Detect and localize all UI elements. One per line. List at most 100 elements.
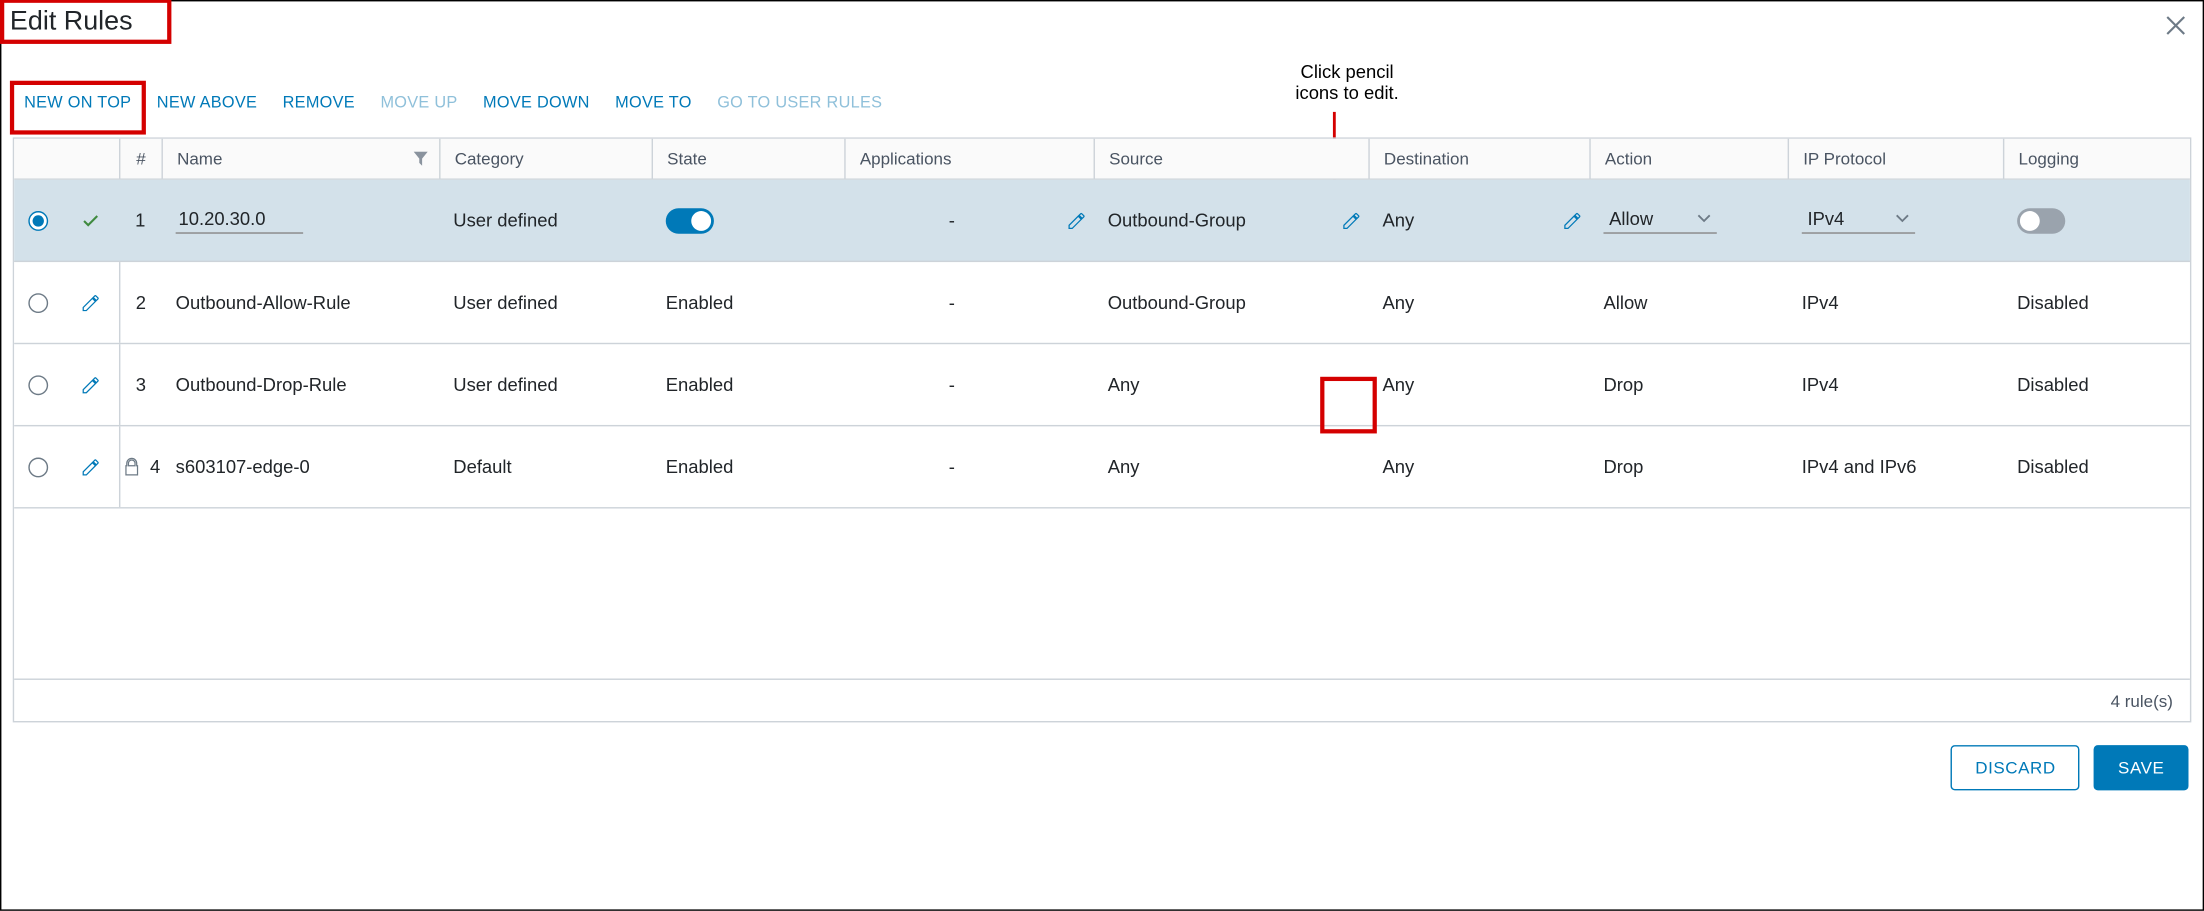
dialog-title: Edit Rules [1,7,144,44]
applications-cell: - [844,180,1059,261]
pencil-icon [81,457,101,477]
title-bar: Edit Rules [1,1,2202,43]
col-state[interactable]: State [652,139,845,179]
destination-cell: Any [1368,344,1555,425]
col-destination[interactable]: Destination [1368,139,1555,179]
col-source[interactable]: Source [1094,139,1335,179]
pencil-icon [1067,210,1087,230]
destination-cell: Any [1368,426,1555,507]
new-on-top-button[interactable]: NEW ON TOP [24,95,131,112]
state-cell: Enabled [652,426,845,507]
table-row[interactable]: 4s603107-edge-0DefaultEnabled-AnyAnyDrop… [14,426,2190,508]
radio-icon [28,375,48,395]
move-to-button[interactable]: MOVE TO [615,95,692,112]
action-pencil-spacer [1555,426,1589,507]
edit-destination-button[interactable] [1334,180,1368,261]
col-logging[interactable]: Logging [2003,139,2190,179]
pencil-icon [81,293,101,313]
destination-pencil-spacer [1334,262,1368,343]
category-cell: User defined [439,344,651,425]
rules-table: # Name Category State Applications Sourc… [13,137,2192,722]
action-cell: Drop [1589,344,1787,425]
discard-button[interactable]: DISCARD [1951,745,2080,790]
row-select[interactable] [14,262,62,343]
action-cell: Allow [1589,262,1787,343]
table-row[interactable]: 2Outbound-Allow-RuleUser definedEnabled-… [14,262,2190,344]
source-cell: Any [1094,426,1335,507]
logging-cell: Disabled [2003,262,2190,343]
close-icon [2166,16,2186,36]
row-number-value: 2 [136,292,146,313]
col-action-pencil [1555,139,1589,179]
edit-source-button[interactable] [1060,180,1094,261]
row-number-value: 3 [136,374,146,395]
dialog-footer: DISCARD SAVE [1,722,2202,804]
chevron-down-icon [1895,211,1909,225]
source-cell: Outbound-Group [1094,262,1335,343]
source-pencil-spacer [1060,262,1094,343]
new-above-button[interactable]: NEW ABOVE [157,95,257,112]
name-input[interactable]: 10.20.30.0 [176,208,303,233]
table-header: # Name Category State Applications Sourc… [14,139,2190,180]
name-cell[interactable]: 10.20.30.0 [161,180,439,261]
ip-protocol-select[interactable]: IPv4 [1802,208,1915,233]
rule-count: 4 rule(s) [2111,691,2173,711]
col-applications[interactable]: Applications [844,139,1059,179]
col-number[interactable]: # [119,139,161,179]
table-row[interactable]: 110.20.30.0User defined-Outbound-GroupAn… [14,180,2190,262]
filter-icon[interactable] [414,152,428,166]
logging-cell: Disabled [2003,426,2190,507]
source-cell: Outbound-Group [1094,180,1335,261]
name-cell: s603107-edge-0 [161,426,439,507]
ip-protocol-cell: IPv4 [1788,344,2003,425]
col-action[interactable]: Action [1589,139,1787,179]
edit-row-button[interactable] [62,262,119,343]
action-value: Allow [1609,208,1653,229]
name-cell: Outbound-Drop-Rule [161,344,439,425]
col-name[interactable]: Name [161,139,439,179]
pencil-icon [1562,210,1582,230]
row-select[interactable] [14,180,62,261]
col-status [62,139,119,179]
action-cell[interactable]: Allow [1589,180,1787,261]
row-number: 1 [119,180,161,261]
col-name-label: Name [177,149,222,169]
name-cell: Outbound-Allow-Rule [161,262,439,343]
row-select[interactable] [14,344,62,425]
edit-row-button[interactable] [62,426,119,507]
edit-action-button[interactable] [1555,180,1589,261]
col-ip-protocol[interactable]: IP Protocol [1788,139,2003,179]
edit-row-button[interactable] [62,344,119,425]
remove-button[interactable]: REMOVE [283,95,355,112]
ip-protocol-cell: IPv4 and IPv6 [1788,426,2003,507]
table-row[interactable]: 3Outbound-Drop-RuleUser definedEnabled-A… [14,344,2190,426]
state-toggle[interactable] [666,208,714,233]
radio-icon [28,293,48,313]
action-pencil-spacer [1555,262,1589,343]
close-button[interactable] [2149,7,2203,44]
source-pencil-spacer [1060,344,1094,425]
edit-rules-dialog: Edit Rules NEW ON TOP NEW ABOVE REMOVE M… [0,0,2204,911]
col-dest-pencil [1334,139,1368,179]
row-number: 3 [119,344,161,425]
table-body: 110.20.30.0User defined-Outbound-GroupAn… [14,180,2190,679]
destination-pencil-spacer [1334,344,1368,425]
save-button[interactable]: SAVE [2094,745,2189,790]
source-cell: Any [1094,344,1335,425]
state-cell[interactable] [652,180,845,261]
pencil-icon [1341,210,1361,230]
table-footer: 4 rule(s) [14,679,2190,721]
col-src-pencil [1060,139,1094,179]
col-select [14,139,62,179]
move-down-button[interactable]: MOVE DOWN [483,95,590,112]
logging-cell[interactable] [2003,180,2190,261]
row-select[interactable] [14,426,62,507]
col-category[interactable]: Category [439,139,651,179]
logging-toggle[interactable] [2017,208,2065,233]
go-to-user-rules-button: GO TO USER RULES [717,95,882,112]
row-status [62,180,119,261]
category-cell: User defined [439,180,651,261]
check-icon [81,210,101,230]
ip-protocol-cell[interactable]: IPv4 [1788,180,2003,261]
action-select[interactable]: Allow [1603,208,1716,233]
